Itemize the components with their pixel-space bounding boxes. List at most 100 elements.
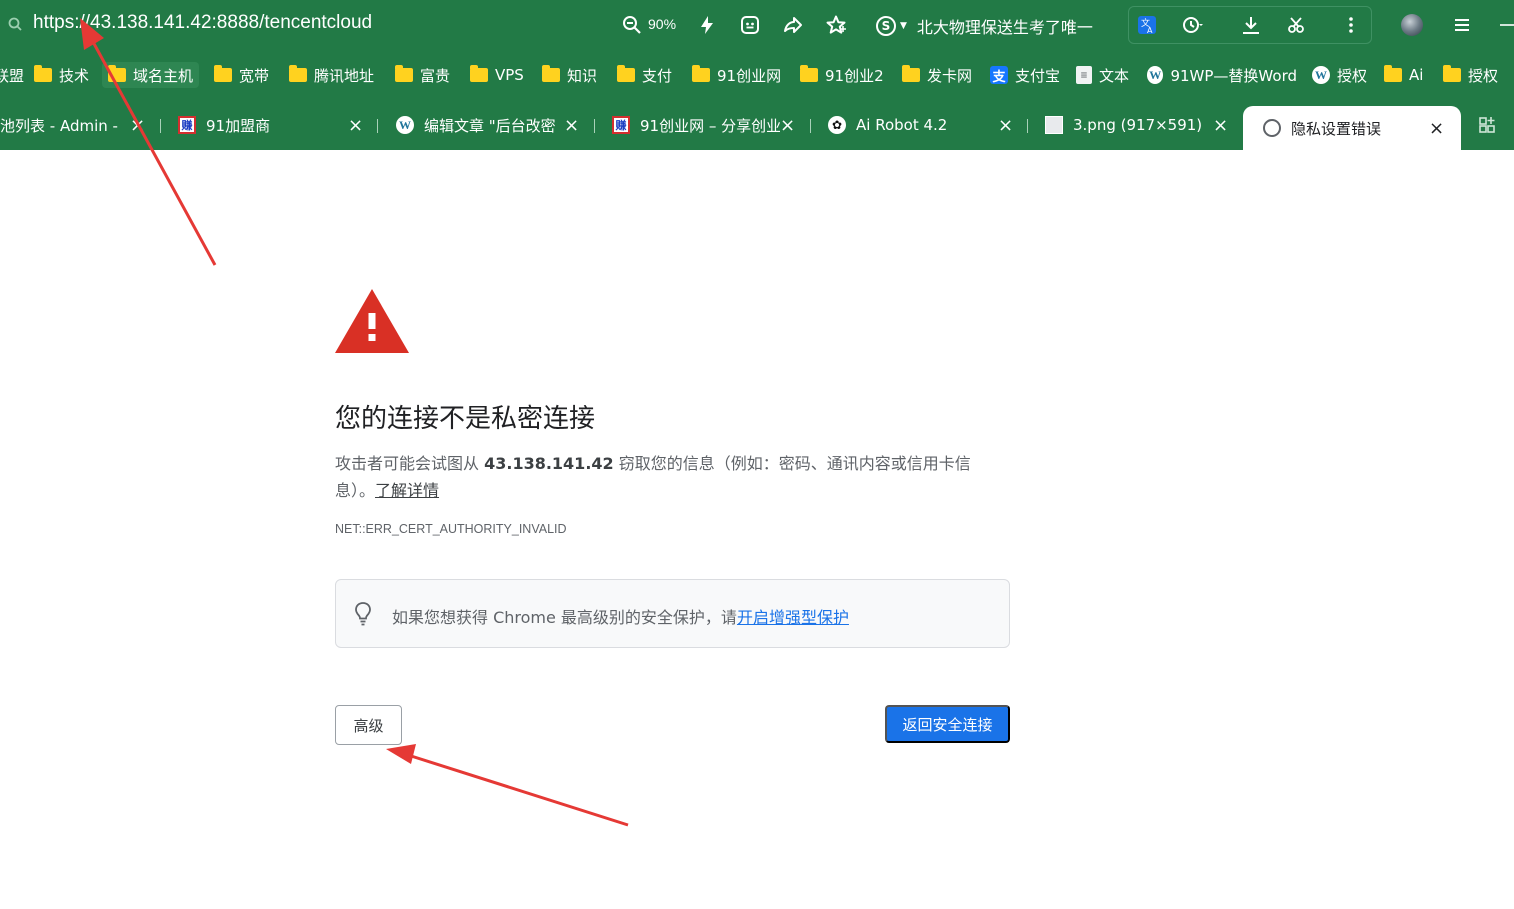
bookmark-link[interactable]: ≡ 文本 bbox=[1076, 62, 1129, 88]
menu-dots-icon[interactable] bbox=[1340, 14, 1362, 36]
openai-icon: ✿ bbox=[828, 116, 846, 134]
tab-title: 91加盟商 bbox=[206, 116, 271, 135]
folder-icon bbox=[902, 65, 920, 82]
zoom-icon[interactable] bbox=[622, 15, 642, 35]
tab[interactable]: W 编辑文章 "后台改密 × bbox=[396, 108, 586, 142]
folder-icon bbox=[800, 65, 818, 82]
tab-title: Ai Robot 4.2 bbox=[856, 116, 948, 134]
bookmark-folder[interactable]: 授权 bbox=[1443, 62, 1498, 88]
news-ticker[interactable]: S ▼ 北大物理保送生考了唯一 bbox=[876, 14, 1093, 38]
folder-icon bbox=[395, 65, 413, 82]
bookmark-folder[interactable]: 知识 bbox=[542, 62, 597, 88]
minimize-icon[interactable] bbox=[1496, 14, 1514, 36]
tab[interactable]: ✿ Ai Robot 4.2 × bbox=[828, 108, 1024, 142]
bookmark-label: 支付 bbox=[642, 66, 673, 85]
tab-list-icon[interactable] bbox=[1478, 116, 1496, 134]
folder-icon bbox=[542, 65, 560, 82]
tab[interactable]: 3.png (917×591) × bbox=[1045, 108, 1235, 142]
download-icon[interactable] bbox=[1240, 14, 1262, 36]
enhanced-protection-text: 如果您想获得 Chrome 最高级别的安全保护，请开启增强型保护 bbox=[392, 604, 849, 628]
bookmark-link[interactable]: W 91WP—替换Word bbox=[1147, 62, 1297, 88]
bookmark-folder[interactable]: 支付 bbox=[617, 62, 672, 88]
share-icon[interactable] bbox=[781, 14, 803, 36]
folder-icon bbox=[692, 65, 710, 82]
bookmark-folder[interactable]: 域名主机 bbox=[102, 62, 200, 88]
bookmark-label: 腾讯地址 bbox=[314, 66, 375, 85]
zoom-level[interactable]: 90% bbox=[648, 16, 676, 32]
bookmark-link[interactable]: 支支付宝 bbox=[990, 62, 1060, 88]
avatar[interactable] bbox=[1401, 14, 1423, 36]
lightbulb-icon bbox=[355, 602, 371, 626]
globe-icon bbox=[1263, 119, 1281, 137]
translate-icon[interactable]: 文A bbox=[1136, 14, 1158, 36]
enable-enhanced-protection-link[interactable]: 开启增强型保护 bbox=[737, 608, 849, 627]
tab-divider bbox=[810, 119, 811, 133]
close-icon[interactable]: × bbox=[348, 115, 363, 136]
wordpress-icon: W bbox=[396, 116, 414, 134]
bookmark-folder[interactable]: 91创业网 bbox=[692, 62, 781, 88]
page-title: 您的连接不是私密连接 bbox=[335, 404, 596, 434]
close-icon[interactable]: × bbox=[1213, 115, 1228, 136]
bookmark-folder[interactable]: 富贵 bbox=[395, 62, 450, 88]
learn-more-link[interactable]: 了解详情 bbox=[375, 481, 439, 500]
tab[interactable]: 赚 91加盟商 × bbox=[178, 108, 368, 142]
search-icon bbox=[8, 17, 22, 31]
enhanced-protection-label: 如果您想获得 Chrome 最高级别的安全保护，请 bbox=[392, 608, 737, 627]
hamburger-menu-icon[interactable] bbox=[1451, 14, 1473, 36]
enhanced-protection-box: 如果您想获得 Chrome 最高级别的安全保护，请开启增强型保护 bbox=[335, 579, 1010, 648]
tab-title: 3.png (917×591) bbox=[1073, 116, 1203, 134]
bookmark-label: 宽带 bbox=[239, 66, 270, 85]
bookmark-folder[interactable]: 发卡网 bbox=[902, 62, 972, 88]
folder-icon bbox=[470, 65, 488, 82]
svg-text:A: A bbox=[1147, 26, 1153, 35]
url-field[interactable]: https://43.138.141.42:8888/tencentcloud bbox=[33, 12, 372, 34]
back-to-safety-button[interactable]: 返回安全连接 bbox=[885, 705, 1010, 743]
tab-title: 编辑文章 "后台改密 bbox=[424, 116, 556, 135]
lightning-icon[interactable] bbox=[696, 14, 718, 36]
folder-icon bbox=[34, 65, 52, 82]
tab-divider bbox=[594, 119, 595, 133]
bookmark-folder[interactable]: 91创业2 bbox=[800, 62, 884, 88]
bookmark-label: 91创业网 bbox=[717, 66, 782, 85]
close-icon[interactable]: × bbox=[564, 115, 579, 136]
bookmark-label: VPS bbox=[495, 66, 524, 84]
tab-active[interactable]: 隐私设置错误 × bbox=[1243, 106, 1461, 150]
bookmark-folder[interactable]: 宽带 bbox=[214, 62, 269, 88]
alipay-icon: 支 bbox=[990, 66, 1008, 84]
zhuan-icon: 赚 bbox=[612, 116, 630, 134]
bookmark-label: 域名主机 bbox=[133, 66, 194, 85]
chevron-down-icon: ▼ bbox=[900, 21, 907, 31]
advanced-button[interactable]: 高级 bbox=[335, 705, 402, 745]
close-icon[interactable]: × bbox=[780, 115, 795, 136]
bookmark-folder[interactable]: VPS bbox=[470, 62, 524, 88]
close-icon[interactable]: × bbox=[1429, 118, 1444, 139]
tab-title: 隐私设置错误 bbox=[1291, 119, 1382, 138]
tab[interactable]: 池列表 - Admin - × bbox=[0, 108, 150, 142]
tab-divider bbox=[160, 119, 161, 133]
zhuan-icon: 赚 bbox=[178, 116, 196, 134]
bookmark-folder[interactable]: 联盟 bbox=[0, 62, 24, 88]
history-icon[interactable] bbox=[1181, 14, 1203, 36]
screenshot-icon[interactable] bbox=[739, 14, 761, 36]
scissors-icon[interactable] bbox=[1286, 14, 1308, 36]
bookmark-label: 授权 bbox=[1468, 66, 1499, 85]
bookmark-label: 91创业2 bbox=[825, 66, 884, 85]
bookmark-link[interactable]: W 授权 bbox=[1312, 62, 1367, 88]
annotation-arrow-advanced bbox=[386, 744, 629, 827]
bookmark-label: 文本 bbox=[1099, 66, 1130, 85]
close-icon[interactable]: × bbox=[130, 115, 145, 136]
bookmark-folder[interactable]: 腾讯地址 bbox=[289, 62, 374, 88]
close-icon[interactable]: × bbox=[998, 115, 1013, 136]
tab[interactable]: 赚 91创业网 – 分享创业 × bbox=[612, 108, 802, 142]
bookmark-folder[interactable]: 技术 bbox=[34, 62, 89, 88]
star-icon[interactable] bbox=[825, 14, 847, 36]
bookmark-label: 技术 bbox=[59, 66, 90, 85]
document-icon: ≡ bbox=[1076, 66, 1092, 84]
bookmark-label: 授权 bbox=[1337, 66, 1368, 85]
address-bar-row: https://43.138.141.42:8888/tencentcloud … bbox=[0, 0, 1514, 50]
bookmark-label: Ai bbox=[1409, 66, 1424, 84]
bookmark-folder[interactable]: Ai bbox=[1384, 62, 1423, 88]
wordpress-icon: W bbox=[1147, 66, 1164, 84]
bookmark-label: 发卡网 bbox=[927, 66, 973, 85]
folder-icon bbox=[214, 65, 232, 82]
